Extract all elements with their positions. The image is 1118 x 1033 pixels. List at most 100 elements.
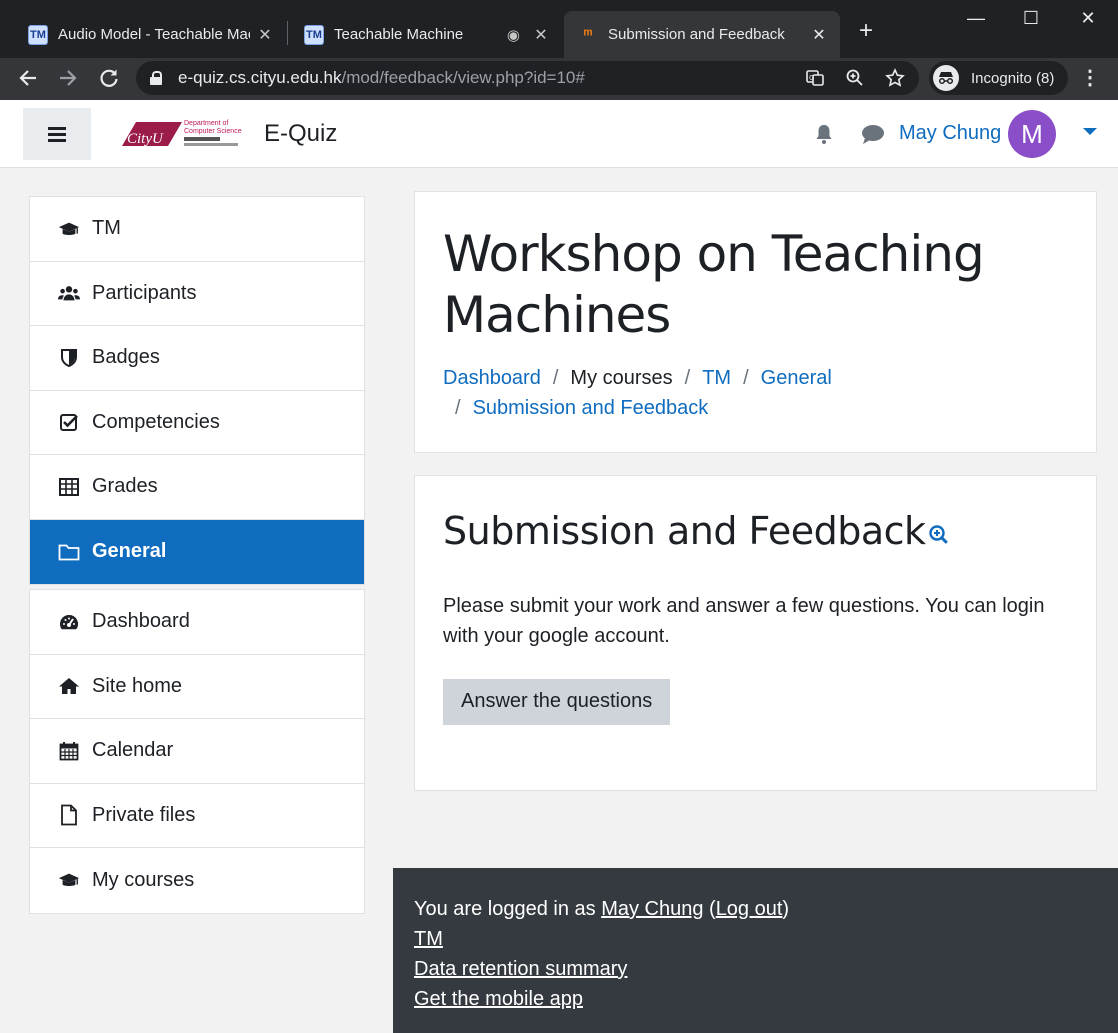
svg-text:Department of: Department of — [184, 120, 228, 127]
nav-item-tm[interactable]: TM — [30, 197, 364, 262]
nav-item-badges[interactable]: Badges — [30, 326, 364, 391]
help-zoom-icon[interactable] — [928, 524, 950, 551]
calendar-icon — [58, 740, 80, 762]
window-close-icon[interactable]: ✕ — [1074, 8, 1102, 29]
file-icon — [58, 804, 80, 826]
mobile-app-link[interactable]: Get the mobile app — [414, 988, 583, 1010]
site-nav-list: Dashboard Site home Calendar Private fil… — [29, 589, 365, 914]
nav-item-private-files[interactable]: Private files — [30, 784, 364, 848]
notifications-bell-icon[interactable] — [812, 122, 836, 146]
nav-item-grades[interactable]: Grades — [30, 455, 364, 520]
back-icon[interactable] — [14, 64, 42, 92]
tachometer-icon — [58, 611, 80, 633]
breadcrumb-general[interactable]: General — [761, 367, 832, 389]
nav-drawer: TM Participants Badges Competencies Grad… — [0, 169, 393, 1033]
drawer-toggle-button[interactable] — [23, 108, 91, 160]
browser-menu-icon[interactable]: ⋮ — [1080, 64, 1100, 92]
paren-open: ( — [703, 898, 716, 920]
url-path: /mod/feedback/view.php?id=10# — [341, 68, 585, 87]
nav-item-participants[interactable]: Participants — [30, 262, 364, 326]
breadcrumb-tm[interactable]: TM — [702, 367, 731, 389]
page-footer: You are logged in as May Chung (Log out)… — [393, 868, 1118, 1033]
logo-text: CityU — [127, 131, 164, 147]
breadcrumb-dashboard[interactable]: Dashboard — [443, 367, 541, 389]
browser-tab-submission-feedback[interactable]: ᵐ Submission and Feedback ✕ — [564, 11, 840, 58]
check-square-icon — [58, 411, 80, 433]
activity-heading: Submission and Feedback — [443, 509, 1068, 559]
url-host: e-quiz.cs.cityu.edu.hk — [178, 68, 342, 87]
paren-close: ) — [782, 898, 790, 920]
minimize-icon[interactable]: — — [962, 8, 990, 29]
data-retention-link[interactable]: Data retention summary — [414, 958, 627, 980]
teachable-machine-favicon-icon: TM — [304, 24, 324, 45]
user-menu-name[interactable]: May Chung — [899, 122, 1001, 145]
nav-item-site-home[interactable]: Site home — [30, 655, 364, 719]
home-icon — [58, 675, 80, 697]
address-bar[interactable]: e-quiz.cs.cityu.edu.hk/mod/feedback/view… — [136, 61, 919, 95]
footer-course-link[interactable]: TM — [414, 928, 443, 950]
teachable-machine-favicon-icon: TM — [28, 24, 48, 45]
breadcrumb-submission-feedback[interactable]: Submission and Feedback — [473, 397, 709, 419]
tab-title: Audio Model - Teachable Mac — [58, 26, 250, 43]
answer-questions-button[interactable]: Answer the questions — [443, 679, 671, 725]
browser-toolbar: e-quiz.cs.cityu.edu.hk/mod/feedback/view… — [0, 58, 1118, 100]
nav-item-label: Grades — [92, 475, 158, 498]
nav-item-dashboard[interactable]: Dashboard — [30, 590, 364, 655]
svg-text:Computer Science: Computer Science — [184, 128, 242, 135]
close-tab-icon[interactable]: ✕ — [256, 25, 274, 45]
translate-icon[interactable]: G — [804, 68, 826, 90]
shield-icon — [58, 347, 80, 369]
nav-item-label: Competencies — [92, 410, 220, 433]
lock-icon — [150, 71, 162, 85]
folder-icon — [58, 541, 80, 563]
breadcrumb-separator: / — [684, 367, 691, 389]
activity-title: Submission and Feedback — [443, 509, 926, 553]
close-tab-icon[interactable]: ✕ — [532, 25, 550, 45]
nav-item-label: Calendar — [92, 739, 174, 762]
site-logo[interactable]: CityU Department of Computer Science — [118, 116, 258, 156]
nav-item-label: Site home — [92, 674, 183, 697]
graduation-cap-icon — [58, 869, 80, 891]
site-navbar: CityU Department of Computer Science E-Q… — [0, 100, 1118, 168]
reload-icon[interactable] — [95, 64, 123, 92]
breadcrumb-separator: / — [552, 367, 559, 389]
browser-tab-teachable-machine[interactable]: TM Teachable Machine ◉ ✕ — [290, 11, 562, 58]
breadcrumb-my-courses: My courses — [570, 367, 673, 389]
svg-text:G: G — [809, 74, 814, 82]
avatar[interactable]: M — [1008, 110, 1056, 158]
tab-title: Submission and Feedback — [608, 26, 785, 43]
site-name[interactable]: E-Quiz — [264, 120, 337, 148]
close-tab-icon[interactable]: ✕ — [810, 25, 828, 45]
maximize-icon[interactable]: ☐ — [1017, 8, 1045, 29]
browser-tab-strip: TM Audio Model - Teachable Mac ✕ TM Teac… — [0, 0, 1118, 58]
recording-icon: ◉ — [506, 26, 520, 44]
forward-icon[interactable] — [54, 64, 82, 92]
browser-tab-audio-model[interactable]: TM Audio Model - Teachable Mac ✕ — [14, 11, 286, 58]
nav-item-general[interactable]: General — [30, 519, 364, 584]
user-menu-caret-icon[interactable] — [1083, 128, 1097, 135]
graduation-cap-icon — [58, 218, 80, 240]
nav-item-competencies[interactable]: Competencies — [30, 391, 364, 455]
zoom-icon[interactable] — [844, 68, 866, 90]
breadcrumb-separator: / — [743, 367, 749, 389]
hamburger-icon — [48, 132, 66, 136]
button-row: Answer the questions — [443, 679, 1068, 725]
incognito-badge[interactable]: Incognito (8) — [929, 61, 1069, 95]
bookmark-star-icon[interactable] — [884, 68, 906, 90]
nav-item-label: Badges — [92, 346, 160, 369]
activity-card: Submission and Feedback Please submit yo… — [414, 475, 1097, 791]
users-icon — [58, 282, 80, 304]
nav-item-calendar[interactable]: Calendar — [30, 719, 364, 784]
nav-item-label: TM — [92, 217, 121, 240]
tab-title: Teachable Machine — [334, 26, 464, 43]
nav-item-my-courses[interactable]: My courses — [30, 848, 364, 913]
new-tab-icon[interactable]: + — [852, 17, 880, 45]
tab-divider — [287, 21, 288, 45]
footer-user-link[interactable]: May Chung — [601, 898, 703, 920]
logout-link[interactable]: Log out — [716, 898, 783, 920]
messages-bubble-icon[interactable] — [860, 122, 884, 146]
nav-item-label: Private files — [92, 803, 196, 826]
page-header: Workshop on Teaching Machines Dashboard /… — [414, 191, 1097, 453]
nav-item-label: Participants — [92, 281, 197, 304]
table-icon — [58, 476, 80, 498]
